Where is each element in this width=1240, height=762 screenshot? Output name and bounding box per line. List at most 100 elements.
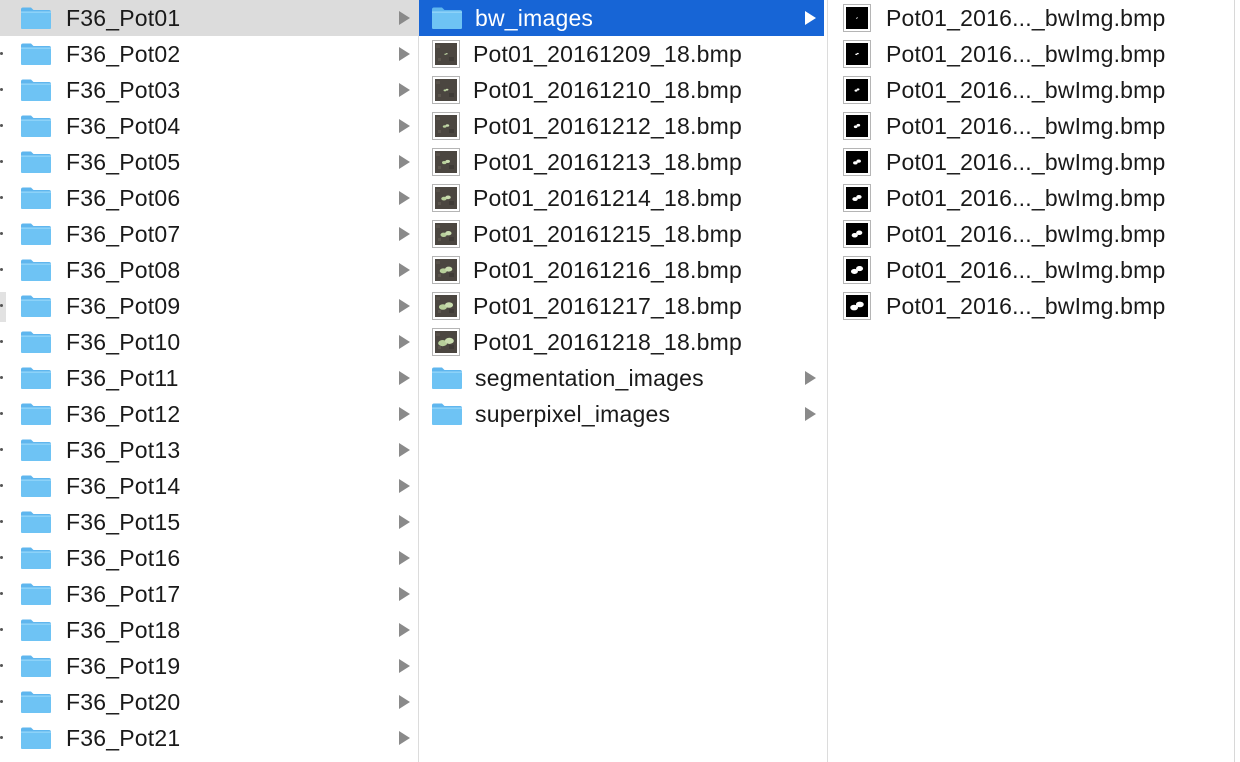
- plant-photo-thumbnail-icon: [432, 112, 460, 140]
- item-row-pot01-20161209-18-bmp[interactable]: Pot01_20161209_18.bmp: [419, 36, 824, 72]
- disclosure-chevron-icon: [399, 299, 410, 313]
- item-row-f36-pot15[interactable]: F36_Pot15: [0, 504, 418, 540]
- folder-icon: [21, 79, 51, 101]
- item-row-f36-pot18[interactable]: F36_Pot18: [0, 612, 418, 648]
- item-row-f36-pot03[interactable]: F36_Pot03: [0, 72, 418, 108]
- plant-photo-thumbnail-icon: [432, 256, 460, 284]
- folder-icon: [432, 7, 462, 29]
- item-label: Pot01_20161218_18.bmp: [473, 328, 742, 355]
- item-row-f36-pot02[interactable]: F36_Pot02: [0, 36, 418, 72]
- item-row-f36-pot06[interactable]: F36_Pot06: [0, 180, 418, 216]
- item-row-f36-pot05[interactable]: F36_Pot05: [0, 144, 418, 180]
- file-row[interactable]: Pot01_2016..._bwImg.bmp: [828, 36, 1234, 72]
- item-row-f36-pot08[interactable]: F36_Pot08: [0, 252, 418, 288]
- folder-icon: [21, 367, 51, 389]
- item-row-f36-pot17[interactable]: F36_Pot17: [0, 576, 418, 612]
- column-pot01-contents[interactable]: bw_images Pot01_20161209_18.bmp Pot01_2016…: [419, 0, 828, 762]
- item-label: bw_images: [475, 4, 594, 31]
- item-row-pot01-20161214-18-bmp[interactable]: Pot01_20161214_18.bmp: [419, 180, 824, 216]
- item-label: F36_Pot17: [66, 580, 181, 607]
- folder-icon: [21, 43, 51, 65]
- column-bw-images-contents[interactable]: Pot01_2016..._bwImg.bmp Pot01_2016..._bwI…: [828, 0, 1234, 762]
- item-row-f36-pot19[interactable]: F36_Pot19: [0, 648, 418, 684]
- disclosure-chevron-icon: [399, 155, 410, 169]
- disclosure-chevron-icon: [399, 227, 410, 241]
- item-label: F36_Pot19: [66, 652, 181, 679]
- file-row[interactable]: Pot01_2016..._bwImg.bmp: [828, 144, 1234, 180]
- item-row-f36-pot20[interactable]: F36_Pot20: [0, 684, 418, 720]
- disclosure-chevron-icon: [399, 11, 410, 25]
- item-label: F36_Pot15: [66, 508, 181, 535]
- item-label: F36_Pot06: [66, 184, 181, 211]
- item-label: Pot01_2016..._bwImg.bmp: [886, 4, 1166, 31]
- file-row[interactable]: Pot01_2016..._bwImg.bmp: [828, 288, 1234, 324]
- disclosure-chevron-icon: [399, 515, 410, 529]
- folder-icon: [21, 259, 51, 281]
- disclosure-chevron-icon: [399, 371, 410, 385]
- disclosure-chevron-icon: [399, 731, 410, 745]
- folder-icon: [21, 619, 51, 641]
- folder-icon: [21, 727, 51, 749]
- item-row-superpixel-images[interactable]: superpixel_images: [419, 396, 824, 432]
- file-row[interactable]: Pot01_2016..._bwImg.bmp: [828, 216, 1234, 252]
- item-label: Pot01_20161209_18.bmp: [473, 40, 742, 67]
- item-label: Pot01_2016..._bwImg.bmp: [886, 220, 1166, 247]
- item-label: F36_Pot11: [66, 364, 179, 391]
- file-row[interactable]: Pot01_2016..._bwImg.bmp: [828, 72, 1234, 108]
- plant-photo-thumbnail-icon: [432, 220, 460, 248]
- item-row-pot01-20161215-18-bmp[interactable]: Pot01_20161215_18.bmp: [419, 216, 824, 252]
- item-row-segmentation-images[interactable]: segmentation_images: [419, 360, 824, 396]
- item-label: F36_Pot05: [66, 148, 181, 175]
- folder-icon: [21, 439, 51, 461]
- item-row-pot01-20161212-18-bmp[interactable]: Pot01_20161212_18.bmp: [419, 108, 824, 144]
- item-row-f36-pot01[interactable]: F36_Pot01: [0, 0, 418, 36]
- bw-mask-thumbnail-icon: [843, 4, 871, 32]
- finder-column-browser: F36_Pot01 F36_Pot02 F36_Pot03 F36_Pot04 F36_…: [0, 0, 1240, 762]
- file-row[interactable]: Pot01_2016..._bwImg.bmp: [828, 180, 1234, 216]
- column-pot-folders[interactable]: F36_Pot01 F36_Pot02 F36_Pot03 F36_Pot04 F36_…: [0, 0, 419, 762]
- item-row-pot01-20161213-18-bmp[interactable]: Pot01_20161213_18.bmp: [419, 144, 824, 180]
- item-row-f36-pot12[interactable]: F36_Pot12: [0, 396, 418, 432]
- folder-icon: [432, 403, 462, 425]
- item-label: Pot01_20161213_18.bmp: [473, 148, 742, 175]
- item-label: F36_Pot09: [66, 292, 181, 319]
- disclosure-chevron-icon: [399, 623, 410, 637]
- item-label: F36_Pot04: [66, 112, 181, 139]
- bw-mask-thumbnail-icon: [843, 148, 871, 176]
- disclosure-chevron-icon: [805, 407, 816, 421]
- item-row-pot01-20161218-18-bmp[interactable]: Pot01_20161218_18.bmp: [419, 324, 824, 360]
- item-row-f36-pot07[interactable]: F36_Pot07: [0, 216, 418, 252]
- item-label: F36_Pot18: [66, 616, 181, 643]
- plant-photo-thumbnail-icon: [432, 328, 460, 356]
- item-row-pot01-20161216-18-bmp[interactable]: Pot01_20161216_18.bmp: [419, 252, 824, 288]
- item-label: Pot01_20161215_18.bmp: [473, 220, 742, 247]
- item-label: Pot01_2016..._bwImg.bmp: [886, 112, 1166, 139]
- item-row-f36-pot21[interactable]: F36_Pot21: [0, 720, 418, 756]
- folder-icon: [21, 403, 51, 425]
- disclosure-chevron-icon: [399, 587, 410, 601]
- item-row-bw-images[interactable]: bw_images: [419, 0, 824, 36]
- disclosure-chevron-icon: [399, 191, 410, 205]
- file-row[interactable]: Pot01_2016..._bwImg.bmp: [828, 0, 1234, 36]
- window-right-edge: [1234, 0, 1240, 762]
- item-row-pot01-20161217-18-bmp[interactable]: Pot01_20161217_18.bmp: [419, 288, 824, 324]
- file-row[interactable]: Pot01_2016..._bwImg.bmp: [828, 252, 1234, 288]
- item-label: F36_Pot07: [66, 220, 181, 247]
- item-row-f36-pot10[interactable]: F36_Pot10: [0, 324, 418, 360]
- disclosure-chevron-icon: [399, 443, 410, 457]
- disclosure-chevron-icon: [399, 335, 410, 349]
- item-row-f36-pot11[interactable]: F36_Pot11: [0, 360, 418, 396]
- item-row-f36-pot04[interactable]: F36_Pot04: [0, 108, 418, 144]
- item-row-f36-pot09[interactable]: F36_Pot09: [0, 288, 418, 324]
- item-label: F36_Pot21: [66, 724, 181, 751]
- disclosure-chevron-icon: [399, 659, 410, 673]
- item-row-f36-pot13[interactable]: F36_Pot13: [0, 432, 418, 468]
- folder-icon: [21, 151, 51, 173]
- item-label: Pot01_20161216_18.bmp: [473, 256, 742, 283]
- item-row-f36-pot16[interactable]: F36_Pot16: [0, 540, 418, 576]
- folder-icon: [21, 475, 51, 497]
- item-row-pot01-20161210-18-bmp[interactable]: Pot01_20161210_18.bmp: [419, 72, 824, 108]
- item-row-f36-pot14[interactable]: F36_Pot14: [0, 468, 418, 504]
- plant-photo-thumbnail-icon: [432, 292, 460, 320]
- file-row[interactable]: Pot01_2016..._bwImg.bmp: [828, 108, 1234, 144]
